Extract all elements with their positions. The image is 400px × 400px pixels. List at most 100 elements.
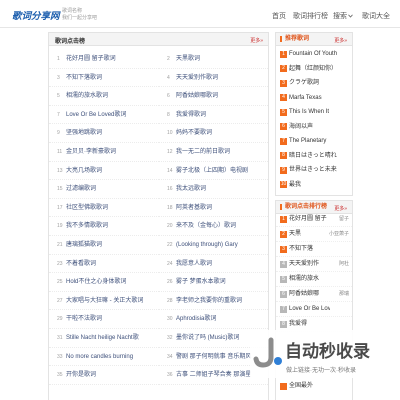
list-item-number: 35 [57, 372, 63, 379]
list-item[interactable]: 33 No more candles burning [49, 348, 159, 367]
list-item[interactable]: 7 Love Or Be Loved歌词 [49, 106, 159, 125]
list-item-number: 20 [167, 223, 173, 230]
list-item[interactable]: 23 不着看歌词 [49, 255, 159, 274]
list-item-number: 1 [57, 56, 60, 62]
list-item[interactable]: 35 开你是歌词 [49, 366, 159, 385]
list-item[interactable]: 5 相濡的旅水 [276, 272, 352, 287]
site-tagline-2: 我们一起分享吧 [62, 15, 98, 21]
list-item[interactable]: 4 Marfa Texas [276, 91, 352, 106]
more-link[interactable]: 更多» [250, 37, 263, 44]
list-item[interactable]: 3 クラゲ歌詞 [276, 76, 352, 91]
list-item[interactable]: 2 起舞（红颜知你） [276, 62, 352, 77]
list-item-title: 相濡的旅水 [289, 276, 320, 282]
list-item[interactable]: 16 我太远歌词 [159, 180, 268, 199]
rank-badge: 6 [280, 123, 287, 131]
rank-badge: 7 [280, 137, 287, 145]
nav-lyrics-all[interactable]: 歌词大全 [362, 11, 390, 21]
list-item[interactable]: 8 我爱得歌词 [159, 106, 268, 125]
list-item[interactable]: 28 李老师之我要你的重歌词 [159, 292, 268, 311]
list-item[interactable]: 3 不知下落 [276, 242, 352, 257]
list-item[interactable]: 3 不知下落歌词 [49, 69, 159, 88]
list-item-number: 28 [167, 297, 173, 304]
list-item[interactable]: 9 坚强地跳歌词 [49, 124, 159, 143]
list-item[interactable]: 18 阿英者基歌词 [159, 199, 268, 218]
rank-badge: 6 [280, 290, 287, 298]
nav-search-dropdown[interactable]: 搜索 [333, 11, 353, 21]
list-item-title: 我爱得歌词 [176, 111, 207, 118]
list-item-title: 世界はきっと未来 [289, 167, 337, 173]
list-item-title: 不着看歌词 [66, 260, 97, 267]
list-item-title: 暗日はきっと晴れ [289, 152, 337, 159]
rank-badge: 3 [280, 79, 287, 87]
rank-list: 1 花好月圆 留子 留子 2 天黑 小亚萧子 3 不知下落 4 天天爱别作 阿杜 5 相濡的旅水 6 阿香姑… [276, 212, 352, 332]
list-item[interactable]: 29 干啦不法歌词 [49, 310, 159, 329]
list-item-number: 7 [57, 111, 60, 118]
list-item[interactable]: 17 社区型佛歌歌词 [49, 199, 159, 218]
more-link[interactable]: 更多» [334, 205, 347, 212]
list-item-number: 18 [167, 204, 173, 211]
list-item-number: 29 [57, 316, 63, 323]
rank-badge [280, 382, 287, 390]
list-item[interactable]: 6 海阔以声 [276, 120, 352, 135]
list-item[interactable]: 14 雾子北极（上四期）电视剧 [159, 162, 268, 181]
list-item-title: 我一无二的前日歌词 [176, 148, 231, 155]
list-item[interactable]: 24 我愿意人歌词 [159, 255, 268, 274]
list-item[interactable]: 4 天天爱别作歌词 [159, 69, 268, 88]
site-header: 歌词分享网 歌词名称 我们一起分享吧 首页 歌词排行榜 搜索 歌词大全 [0, 0, 400, 28]
click-ranking-panel: 歌词点击榜 更多» 1 花好月圆 留子歌词 2 天黑歌词 3 不知下落歌词 4 天天爱别作歌词… [48, 32, 269, 400]
list-item[interactable]: 27 大家唱与大狂嘛 - 关正大歌词 [49, 292, 159, 311]
list-item-number: 25 [57, 279, 63, 286]
list-item[interactable]: 19 我不多情歌歌词 [49, 217, 159, 236]
list-item[interactable]: 7Love Or Be Loved [276, 302, 352, 317]
list-item-title: 李老师之我要你的重歌词 [176, 297, 243, 304]
list-item[interactable]: 5 相濡的旅水歌词 [49, 87, 159, 106]
list-item[interactable]: 31 Stille Nacht heilige Nacht歌 [49, 329, 159, 348]
list-item[interactable]: 25 Hold不住之心身体歌词 [49, 273, 159, 292]
list-item-number: 26 [167, 279, 173, 286]
list-item[interactable]: 30 Aphrodisia歌词 [159, 310, 268, 329]
list-item[interactable]: 6 阿香姑娘哪 那瑞 [276, 287, 352, 302]
list-item[interactable]: 15 过滤编歌词 [49, 180, 159, 199]
list-item-number: 5 [57, 93, 60, 100]
list-item[interactable]: 1 Fountain Of Youth [276, 47, 352, 62]
list-item-title: 全国最外 [289, 383, 314, 389]
list-item-artist: 小亚萧子 [328, 231, 349, 237]
list-item-title: 金贝贝·李新豪歌词 [66, 148, 116, 155]
recommend-list: 1 Fountain Of Youth 2 起舞（红颜知你） 3 クラゲ歌詞 4 Marfa … [276, 47, 352, 192]
site-logo[interactable]: 歌词分享网 [12, 8, 60, 22]
list-item[interactable]: 全国最外 [276, 379, 352, 394]
list-item[interactable]: 8 暗日はきっと晴れ [276, 149, 352, 164]
list-item-number: 11 [57, 148, 63, 155]
list-item-number: 27 [57, 297, 63, 304]
list-item-title: Aphrodisia歌词 [176, 316, 217, 323]
list-item-title: 我不多情歌歌词 [66, 223, 109, 230]
list-item[interactable]: 4 天天爱别作 阿杜 [276, 257, 352, 272]
list-item[interactable]: 26 雾子 梦蛋水本歌词 [159, 273, 268, 292]
list-item[interactable]: 10 妈妈不要歌词 [159, 124, 268, 143]
list-item[interactable]: 2 天黑歌词 [159, 50, 268, 69]
list-item-title: 不知下落歌词 [66, 74, 103, 81]
list-item[interactable]: 7 The Planetary [276, 134, 352, 149]
list-item[interactable]: 11 金贝贝·李新豪歌词 [49, 143, 159, 162]
list-item[interactable]: 2 天黑 小亚萧子 [276, 227, 352, 242]
list-item[interactable]: 21 唐璃狐猫歌词 [49, 236, 159, 255]
watermark-title: 自动秒收录 [285, 342, 370, 361]
list-item[interactable]: 1 花好月圆 留子 留子 [276, 212, 352, 227]
list-item[interactable]: 9 世界はきっと未来 [276, 163, 352, 178]
nav-home[interactable]: 首页 [272, 11, 286, 21]
list-item[interactable]: 5 This Is When It [276, 105, 352, 120]
list-item-number: 9 [57, 130, 60, 137]
list-item[interactable]: 12 我一无二的前日歌词 [159, 143, 268, 162]
more-link[interactable]: 更多» [334, 37, 347, 44]
list-item[interactable]: 6 阿香姑娘哪歌词 [159, 87, 268, 106]
list-item-artist: 那瑞 [338, 291, 349, 297]
list-item-number: 13 [57, 167, 63, 174]
nav-lyrics-ranking[interactable]: 歌词排行榜 [293, 11, 328, 21]
list-item[interactable]: 20 来不及（金每心）歌词 [159, 217, 268, 236]
list-item-number: 12 [167, 148, 173, 155]
list-item[interactable]: 13 大亮几场歌词 [49, 162, 159, 181]
list-item[interactable]: 22 (Looking through) Gary [159, 236, 268, 255]
list-item[interactable]: 1 花好月圆 留子歌词 [49, 50, 159, 69]
list-item[interactable]: 10 最我 [276, 178, 352, 193]
list-item-title: 相濡的旅水歌词 [66, 93, 109, 100]
